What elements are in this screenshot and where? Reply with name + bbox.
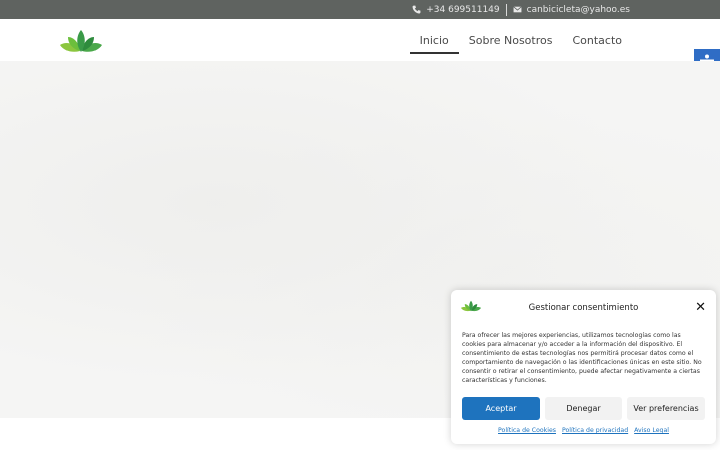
top-bar: +34 699511149 canbicicleta@yahoo.es — [0, 0, 720, 19]
email-address[interactable]: canbicicleta@yahoo.es — [527, 5, 630, 15]
divider — [505, 3, 507, 16]
phone-icon — [412, 5, 421, 14]
consent-links: Política de Cookies Política de privacid… — [451, 427, 716, 434]
deny-button[interactable]: Denegar — [545, 397, 622, 420]
nav-item-contacto[interactable]: Contacto — [562, 19, 632, 61]
cookie-policy-link[interactable]: Política de Cookies — [498, 427, 556, 434]
lotus-logo[interactable] — [58, 27, 104, 55]
main-menu: Inicio Sobre Nosotros Contacto — [409, 19, 632, 61]
cookie-consent-dialog: Gestionar consentimiento ✕ Para ofrecer … — [451, 290, 716, 444]
close-icon[interactable]: ✕ — [695, 301, 706, 314]
accept-button[interactable]: Aceptar — [462, 397, 540, 420]
privacy-policy-link[interactable]: Política de privacidad — [562, 427, 628, 434]
consent-title: Gestionar consentimiento — [528, 303, 639, 313]
envelope-icon — [512, 6, 522, 13]
phone-number[interactable]: +34 699511149 — [426, 5, 499, 15]
contact-info: +34 699511149 canbicicleta@yahoo.es — [412, 0, 630, 19]
nav-item-inicio[interactable]: Inicio — [409, 19, 459, 61]
nav-item-sobre-nosotros[interactable]: Sobre Nosotros — [459, 19, 563, 61]
legal-notice-link[interactable]: Aviso Legal — [634, 427, 669, 434]
phone-contact[interactable]: +34 699511149 — [412, 5, 500, 15]
preferences-button[interactable]: Ver preferencias — [627, 397, 705, 420]
main-navbar: Inicio Sobre Nosotros Contacto — [0, 19, 720, 61]
email-contact[interactable]: canbicicleta@yahoo.es — [512, 5, 630, 15]
consent-text: Para ofrecer las mejores experiencias, u… — [462, 332, 702, 384]
